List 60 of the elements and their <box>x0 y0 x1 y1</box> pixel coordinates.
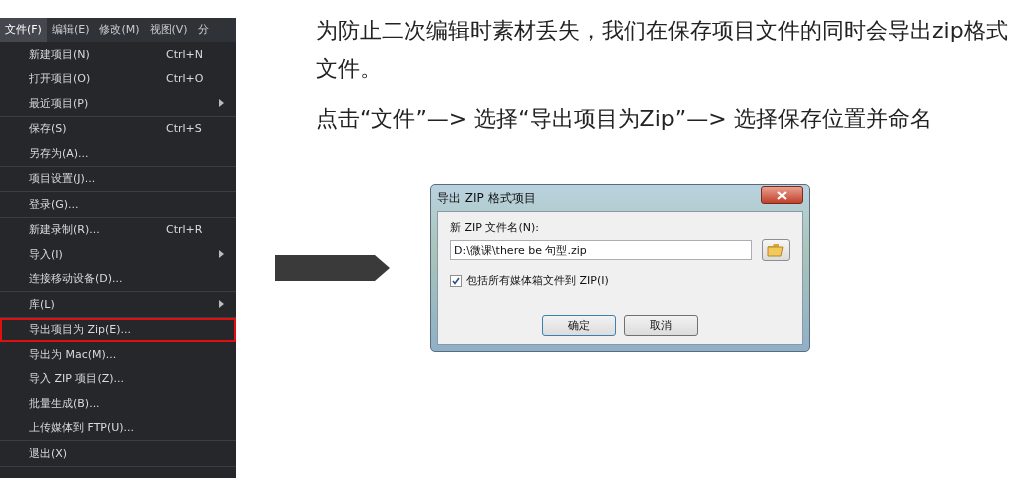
input-field[interactable]: D:\微课\there be 句型.zip <box>450 240 752 260</box>
menu-bar-item[interactable]: 文件(F) <box>0 18 47 42</box>
close-icon <box>777 190 787 200</box>
menu-item[interactable]: 保存(S) Ctrl+S <box>0 116 236 141</box>
menu-bar-item[interactable]: 修改(M) <box>94 18 145 42</box>
menu-bar-item[interactable]: 编辑(E) <box>46 18 95 42</box>
menu-item[interactable]: 导出为 Mac(M)... <box>0 342 236 367</box>
paragraph: 为防止二次编辑时素材丢失，我们在保存项目文件的同时会导出zip格式文件。 <box>316 17 1009 83</box>
menu-item-label: 导出项目为 Zip(E)... <box>29 322 133 338</box>
menu-bar-item[interactable]: 分 <box>192 18 214 42</box>
checkbox[interactable] <box>450 274 462 287</box>
menu-item[interactable]: 项目设置(J)... <box>0 166 236 191</box>
menu-item[interactable]: 新建项目(N) Ctrl+N <box>0 42 236 67</box>
browse-button[interactable] <box>762 239 790 261</box>
close-button[interactable] <box>761 186 803 204</box>
shortcut-label: Ctrl+R <box>166 223 204 237</box>
submenu-arrow-icon <box>219 300 224 309</box>
menu-item-label: 导入 ZIP 项目(Z)... <box>29 371 125 387</box>
menu-item[interactable]: 打开项目(O) Ctrl+O <box>0 66 236 91</box>
menu-item-label: 保存(S) <box>29 121 68 137</box>
checkbox-label: 包括所有媒体箱文件到 ZIP(I) <box>466 273 609 288</box>
menu-item-label: 退出(X) <box>29 445 69 461</box>
menu-item[interactable]: 库(L) <box>0 292 236 317</box>
shortcut-label: Ctrl+N <box>166 47 205 61</box>
menu-item[interactable]: 退出(X) <box>0 441 236 466</box>
menu-item[interactable]: 导入(I) <box>0 242 236 267</box>
menu-item[interactable]: 最近项目(P) <box>0 91 236 116</box>
menu-item-label: 新建项目(N) <box>29 46 91 62</box>
menu-item[interactable]: 另存为(A)... <box>0 141 236 166</box>
menu-item-label: 导出为 Mac(M)... <box>29 346 118 362</box>
menu-item[interactable]: 上传媒体到 FTP(U)... <box>0 415 236 440</box>
menu-item-label: 新建录制(R)... <box>29 222 101 238</box>
menu-item-label: 连接移动设备(D)... <box>29 271 124 287</box>
menu-bar-item[interactable]: 视图(V) <box>144 18 193 42</box>
menu-item-label: 批量生成(B)... <box>29 395 101 411</box>
menu-item[interactable]: 批量生成(B)... <box>0 391 236 416</box>
menu-item-label: 最近项目(P) <box>29 95 90 111</box>
submenu-arrow-icon <box>219 250 224 259</box>
menu-item-label: 导入(I) <box>29 246 64 262</box>
menu-item[interactable]: 新建录制(R)... Ctrl+R <box>0 217 236 242</box>
shortcut-label: Ctrl+O <box>166 72 205 86</box>
dialog-button[interactable]: 确定 <box>542 315 616 336</box>
menu-item-label: 打开项目(O) <box>29 71 92 87</box>
shortcut-label: Ctrl+S <box>166 122 203 136</box>
menu-item[interactable]: 登录(G)... <box>0 192 236 217</box>
menu-item-label: 库(L) <box>29 296 56 312</box>
folder-icon <box>767 243 785 257</box>
highlighted-menu-item[interactable]: 导出项目为 Zip(E)... <box>0 317 236 342</box>
menu-item-label: 另存为(A)... <box>29 145 90 161</box>
menu-item-label: 项目设置(J)... <box>29 171 97 187</box>
arrow-icon <box>275 254 391 282</box>
field-label: 新 ZIP 文件名(N): <box>450 220 540 235</box>
dialog-button[interactable]: 取消 <box>624 315 698 336</box>
paragraph: 点击“文件”—> 选择“导出项目为Zip”—> 选择保存位置并命名 <box>316 105 933 133</box>
menu-item-label: 上传媒体到 FTP(U)... <box>29 420 136 436</box>
window-title: 导出 ZIP 格式项目 <box>437 189 537 207</box>
menu-item-label: 登录(G)... <box>29 196 80 212</box>
menu-item[interactable]: 连接移动设备(D)... <box>0 266 236 291</box>
submenu-arrow-icon <box>219 99 224 108</box>
menu-item[interactable]: 导入 ZIP 项目(Z)... <box>0 366 236 391</box>
